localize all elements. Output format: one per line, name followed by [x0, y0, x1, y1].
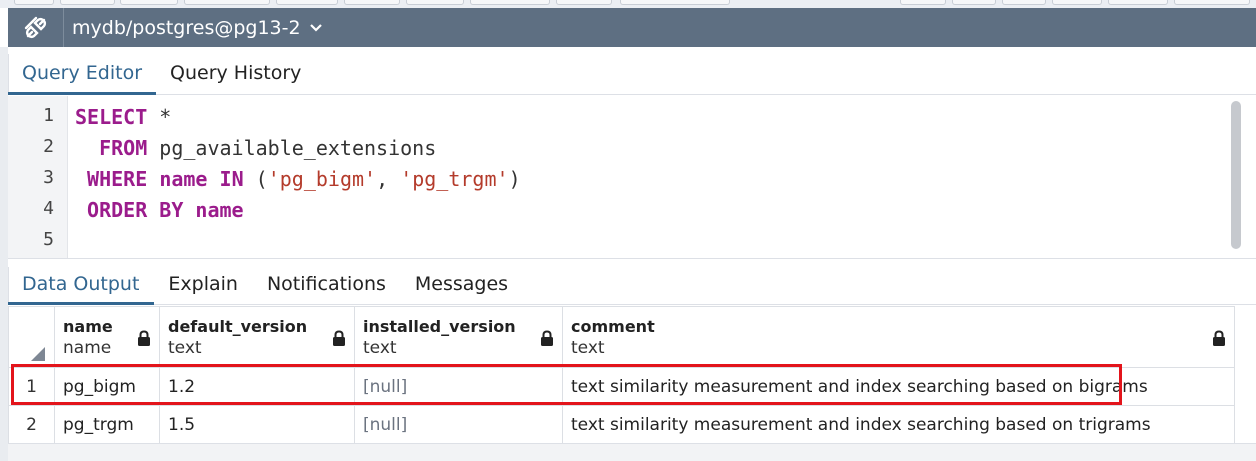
select-all-corner[interactable]	[8, 306, 55, 368]
line-number: 2	[43, 136, 54, 157]
lock-icon	[1212, 330, 1226, 352]
tab-messages[interactable]: Messages	[401, 259, 523, 304]
line-number-gutter: 1 2 3 4 5	[8, 96, 68, 258]
grid-footer	[8, 443, 1256, 461]
cell-comment[interactable]: text similarity measurement and index se…	[562, 405, 1235, 444]
table-row[interactable]: 1 pg_bigm 1.2 [null] text similarity mea…	[8, 367, 1235, 406]
sql-text: pg_available_extensions	[147, 136, 437, 160]
code-line-3[interactable]: WHERE name IN ('pg_bigm', 'pg_trgm')	[75, 167, 521, 191]
results-table: name name default_version text installed…	[8, 306, 1235, 444]
sql-keyword: IN	[219, 167, 244, 191]
column-name: installed_version	[363, 316, 516, 336]
disconnected-plug-icon[interactable]	[8, 8, 64, 47]
cell-default-version[interactable]: 1.5	[159, 405, 355, 444]
code-line-2[interactable]: FROM pg_available_extensions	[75, 136, 436, 160]
cell-installed-version[interactable]: [null]	[354, 405, 563, 444]
sql-keyword: SELECT	[75, 105, 148, 129]
column-header-name[interactable]: name name	[54, 306, 160, 368]
column-name: default_version	[168, 316, 308, 336]
sql-text: ,	[376, 167, 401, 191]
connection-bar[interactable]: mydb/postgres@pg13-2	[8, 8, 1256, 47]
column-name: comment	[571, 316, 655, 336]
cell-name[interactable]: pg_bigm	[54, 367, 160, 406]
code-line-4[interactable]: ORDER BY name	[75, 198, 244, 222]
line-number: 1	[43, 105, 54, 126]
tab-notifications[interactable]: Notifications	[253, 259, 401, 304]
column-header-installed-version[interactable]: installed_version text	[354, 306, 563, 368]
tab-query-history[interactable]: Query History	[156, 46, 315, 94]
column-type: text	[168, 337, 202, 358]
sql-editor[interactable]: 1 2 3 4 5 SELECT * FROM pg_available_ext…	[8, 96, 1256, 259]
toolbar-strip	[0, 0, 1256, 8]
tab-query-editor[interactable]: Query Editor	[8, 46, 157, 95]
cell-name[interactable]: pg_trgm	[54, 405, 160, 444]
column-header-comment[interactable]: comment text	[562, 306, 1235, 368]
sql-string: 'pg_bigm'	[267, 167, 377, 191]
chevron-down-icon[interactable]	[309, 23, 323, 33]
row-number[interactable]: 2	[8, 405, 55, 444]
editor-scrollbar[interactable]	[1231, 101, 1241, 249]
sql-keyword: name	[159, 167, 208, 191]
column-type: text	[363, 337, 397, 358]
output-tab-bar: Data Output Explain Notifications Messag…	[8, 260, 1256, 305]
line-number: 5	[43, 229, 54, 250]
lock-icon	[332, 330, 346, 352]
column-type: text	[571, 337, 605, 358]
row-number[interactable]: 1	[8, 367, 55, 406]
left-edge-panel	[0, 47, 8, 461]
connection-label[interactable]: mydb/postgres@pg13-2	[64, 17, 301, 39]
cell-installed-version[interactable]: [null]	[354, 367, 563, 406]
cell-comment[interactable]: text similarity measurement and index se…	[562, 367, 1235, 406]
tab-explain[interactable]: Explain	[154, 259, 253, 304]
select-all-triangle-icon[interactable]	[31, 347, 45, 361]
sql-string: 'pg_trgm'	[400, 167, 509, 191]
editor-tab-bar: Query Editor Query History	[8, 47, 1256, 95]
code-line-1[interactable]: SELECT *	[75, 105, 171, 129]
sql-keyword: WHERE	[87, 167, 148, 191]
sql-keyword: name	[195, 198, 244, 222]
tab-data-output[interactable]: Data Output	[8, 259, 155, 305]
line-number: 4	[43, 198, 54, 219]
grid-scroll-area[interactable]	[1240, 306, 1256, 461]
table-row[interactable]: 2 pg_trgm 1.5 [null] text similarity mea…	[8, 405, 1235, 444]
column-header-default-version[interactable]: default_version text	[159, 306, 355, 368]
sql-text: )	[508, 167, 521, 191]
cell-default-version[interactable]: 1.2	[159, 367, 355, 406]
header-row: name name default_version text installed…	[8, 306, 1235, 368]
sql-keyword: ORDER BY	[87, 198, 184, 222]
data-output-grid: name name default_version text installed…	[8, 306, 1235, 444]
lock-icon	[540, 330, 554, 352]
line-number: 3	[43, 167, 54, 188]
sql-keyword: FROM	[99, 136, 148, 160]
sql-text: (	[243, 167, 268, 191]
sql-text: *	[147, 105, 172, 129]
lock-icon	[137, 330, 151, 352]
